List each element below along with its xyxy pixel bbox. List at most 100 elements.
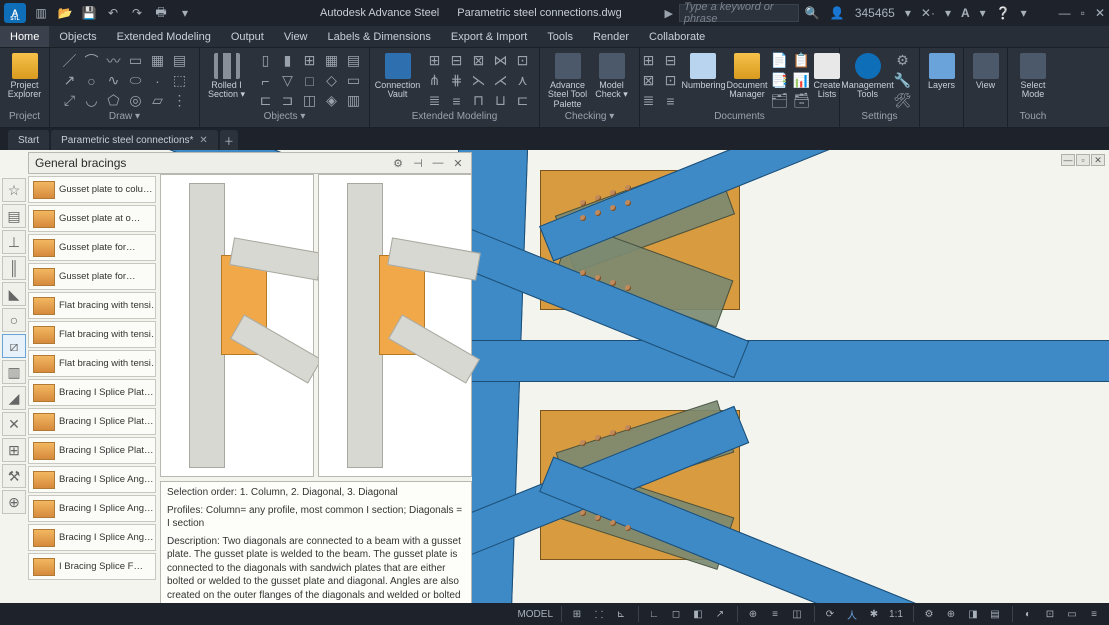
ortho-icon[interactable]: ⊾ [612,606,630,622]
cat-misc-icon[interactable]: ⊞ [2,438,26,462]
tab-view[interactable]: View [274,26,318,47]
close-icon[interactable]: ✕ [1095,6,1105,20]
xline-icon[interactable]: ⤢ [60,92,80,110]
transparency-icon[interactable]: ◫ [788,606,806,622]
layers-button[interactable]: Layers [924,51,959,111]
search-icon[interactable]: 🔍 [805,6,820,20]
close-icon[interactable]: ✕ [199,135,207,146]
circle-icon[interactable]: ○ [82,72,102,90]
numbering-button[interactable]: Numbering [682,51,724,111]
line-icon[interactable]: ／ [60,52,80,70]
list-item[interactable]: I Bracing Splice F… [28,553,156,580]
a-icon[interactable]: A [961,6,970,20]
search-input[interactable]: Type a keyword or phrase [679,4,799,22]
list-item[interactable]: Bracing I Splice Plat… [28,408,156,435]
qat-dropdown-icon[interactable]: ▾ [176,4,194,22]
doc-manager-button[interactable]: Document Manager [726,51,767,111]
polygon-icon[interactable]: ⬠ [104,92,124,110]
signin-icon[interactable]: 👤 [830,6,845,20]
rolled-isection-button[interactable]: Rolled I Section ▾ [206,51,248,111]
tab-export-import[interactable]: Export & Import [441,26,537,47]
cleanscreen-icon[interactable]: ▭ [1063,606,1081,622]
qat-redo-icon[interactable]: ↷ [128,4,146,22]
tab-tools[interactable]: Tools [537,26,583,47]
select-mode-button[interactable]: Select Mode [1012,51,1054,111]
annotation-icon[interactable]: 人 [843,606,861,622]
restore-icon[interactable]: ▫ [1081,6,1085,20]
ellipse-icon[interactable]: ⬭ [126,72,146,90]
list-item[interactable]: Gusset plate for… [28,263,156,290]
gear-icon[interactable]: ⚙ [391,156,405,170]
close-icon[interactable]: ✕ [451,156,465,170]
list-item[interactable]: Flat bracing with tensi… [28,292,156,319]
minimize-icon[interactable]: — [431,156,445,170]
arc-icon[interactable]: ⌒ [82,52,102,70]
doctab-start[interactable]: Start [8,130,49,150]
lineweight-icon[interactable]: ≡ [766,606,784,622]
arc2-icon[interactable]: ◡ [82,92,102,110]
point-icon[interactable]: · [148,72,168,90]
spline-icon[interactable]: ∿ [104,72,124,90]
tab-render[interactable]: Render [583,26,639,47]
list-item[interactable]: Gusset plate at o… [28,205,156,232]
list-item[interactable]: Gusset plate for… [28,234,156,261]
snap-icon[interactable]: ⸬ [590,606,608,622]
create-lists-button[interactable]: Create Lists [814,51,841,111]
wipe-icon[interactable]: ▱ [148,92,168,110]
qat-new-icon[interactable]: ▥ [32,4,50,22]
connection-vault-button[interactable]: Connection Vault [377,51,419,111]
cat-tube-icon[interactable]: ○ [2,308,26,332]
anno-monitor-icon[interactable]: ⊕ [942,606,960,622]
pin-icon[interactable]: ⊣ [411,156,425,170]
cycling-icon[interactable]: ⟳ [821,606,839,622]
cat-haunch-icon[interactable]: ◢ [2,386,26,410]
list-item[interactable]: Flat bracing with tensi… [28,321,156,348]
divide-icon[interactable]: ⋮ [170,92,190,110]
tab-home[interactable]: Home [0,26,49,47]
model-check-button[interactable]: Model Check ▾ [591,51,633,111]
customize-icon[interactable]: ≡ [1085,606,1103,622]
cat-plates-icon[interactable]: ▤ [2,204,26,228]
grid-icon[interactable]: ▤ [170,52,190,70]
list-item[interactable]: Bracing I Splice Plat… [28,379,156,406]
polyline-icon[interactable]: 〰 [104,52,124,70]
tab-objects[interactable]: Objects [49,26,106,47]
dyn-input-icon[interactable]: ⊕ [744,606,762,622]
user-id[interactable]: 345465 [855,6,895,20]
qat-undo-icon[interactable]: ↶ [104,4,122,22]
cat-angle-icon[interactable]: ◣ [2,282,26,306]
tab-labels-dimensions[interactable]: Labels & Dimensions [318,26,441,47]
list-item[interactable]: Bracing I Splice Ang… [28,495,156,522]
cat-bracing-icon[interactable]: ⧄ [2,334,26,358]
list-item[interactable]: Bracing I Splice Ang… [28,524,156,551]
3dosnap-icon[interactable]: ◧ [689,606,707,622]
polar-icon[interactable]: ∟ [645,606,663,622]
rect-icon[interactable]: ▭ [126,52,146,70]
cat-tools-icon[interactable]: ⚒ [2,464,26,488]
cat-user-icon[interactable]: ⊕ [2,490,26,514]
otrack-icon[interactable]: ↗ [711,606,729,622]
osnap-icon[interactable]: ◻ [667,606,685,622]
tool-palette-button[interactable]: Advance Steel Tool Palette [547,51,589,111]
list-item[interactable]: Bracing I Splice Ang… [28,466,156,493]
model-space-button[interactable]: MODEL [517,609,553,620]
qat-save-icon[interactable]: 💾 [80,4,98,22]
hatch-icon[interactable]: ▦ [148,52,168,70]
doctab-add[interactable]: ＋ [220,130,238,150]
view-button[interactable]: View [968,51,1003,111]
units-icon[interactable]: ◨ [964,606,982,622]
qat-open-icon[interactable]: 📂 [56,4,74,22]
region-icon[interactable]: ⬚ [170,72,190,90]
cat-stiffener-icon[interactable]: ▥ [2,360,26,384]
app-icon[interactable]: A [4,3,26,23]
appstore-icon[interactable]: ✕· [921,6,935,20]
qat-print-icon[interactable]: 🖶 [152,4,170,22]
list-item[interactable]: Gusset plate to colu… [28,176,156,203]
ray-icon[interactable]: ↗ [60,72,80,90]
donut-icon[interactable]: ◎ [126,92,146,110]
tab-extended-modeling[interactable]: Extended Modeling [107,26,221,47]
quickprops-icon[interactable]: ▤ [986,606,1004,622]
cat-splice-icon[interactable]: ║ [2,256,26,280]
doctab-parametric[interactable]: Parametric steel connections*✕ [51,130,218,150]
management-tools-button[interactable]: Management Tools [847,51,889,111]
